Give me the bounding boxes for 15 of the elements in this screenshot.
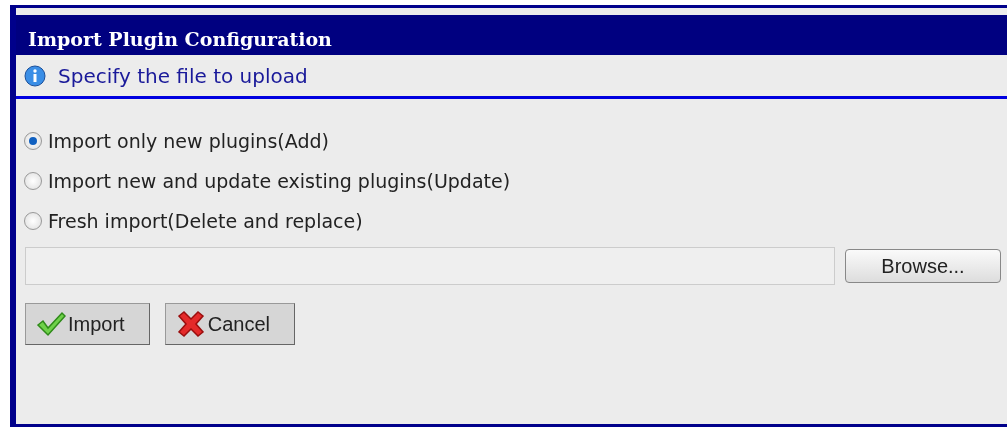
info-message: Specify the file to upload — [58, 63, 308, 88]
browse-button[interactable]: Browse... — [845, 249, 1001, 283]
import-button[interactable]: Import — [25, 303, 150, 345]
option-label: Import new and update existing plugins(Update) — [48, 170, 511, 192]
option-label: Fresh import(Delete and replace) — [48, 210, 363, 232]
radio-button[interactable] — [24, 172, 42, 190]
cancel-button[interactable]: Cancel — [164, 303, 295, 345]
check-icon — [36, 311, 66, 337]
radio-button[interactable] — [24, 212, 42, 230]
file-field[interactable] — [25, 247, 835, 285]
dialog-title: Import Plugin Configuration — [16, 15, 1007, 55]
info-icon — [24, 64, 46, 87]
radio-button[interactable] — [24, 132, 42, 150]
option-label: Import only new plugins(Add) — [48, 130, 329, 152]
cancel-icon — [175, 310, 206, 338]
